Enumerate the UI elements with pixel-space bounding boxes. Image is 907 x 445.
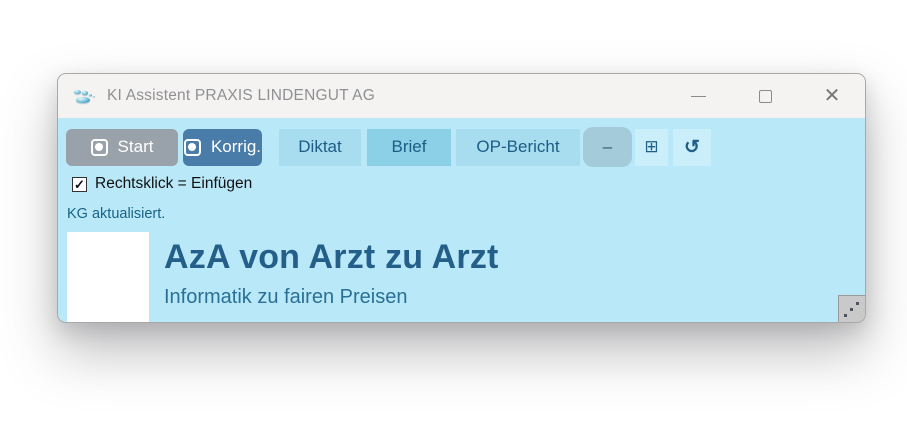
- record-icon: [91, 139, 108, 156]
- grip-dot: [850, 308, 853, 311]
- window-title: KI Assistent PRAXIS LINDENGUT AG: [107, 87, 375, 105]
- minus-button[interactable]: –: [583, 127, 632, 167]
- aza-logo: [67, 232, 149, 322]
- app-window: KI Assistent PRAXIS LINDENGUT AG ✕ Start…: [57, 73, 866, 323]
- op-bericht-button[interactable]: OP-Bericht: [456, 129, 580, 166]
- brand-section: AzA von Arzt zu Arzt Informatik zu faire…: [67, 232, 865, 322]
- korrig-button-label: Korrig.: [211, 137, 261, 157]
- brand-tagline: Informatik zu fairen Preisen: [164, 286, 499, 309]
- window-controls: ✕: [689, 87, 841, 105]
- refresh-button[interactable]: ↺: [673, 129, 711, 166]
- app-droplets-icon: [71, 87, 97, 106]
- close-icon: ✕: [824, 87, 841, 105]
- brand-headline: AzA von Arzt zu Arzt: [164, 238, 499, 277]
- grip-dot: [844, 314, 847, 317]
- toolbar: Start Korrig. Diktat Brief OP-Bericht – …: [66, 128, 865, 166]
- window-content: Start Korrig. Diktat Brief OP-Bericht – …: [58, 118, 865, 322]
- grid-button[interactable]: ⊞: [635, 129, 668, 166]
- diktat-button[interactable]: Diktat: [279, 129, 361, 166]
- grip-dot: [856, 302, 859, 305]
- desktop-background: KI Assistent PRAXIS LINDENGUT AG ✕ Start…: [0, 0, 907, 445]
- status-message: KG aktualisiert.: [67, 206, 865, 222]
- minimize-button[interactable]: [689, 87, 707, 105]
- titlebar[interactable]: KI Assistent PRAXIS LINDENGUT AG ✕: [58, 74, 865, 118]
- paste-checkbox[interactable]: ✓: [72, 177, 87, 192]
- start-button-label: Start: [118, 137, 154, 157]
- brief-button[interactable]: Brief: [367, 129, 451, 166]
- minimize-icon: [691, 96, 706, 97]
- resize-grip[interactable]: [838, 295, 865, 322]
- record-icon: [184, 139, 201, 156]
- korrig-button[interactable]: Korrig.: [183, 129, 262, 166]
- start-button[interactable]: Start: [66, 129, 178, 166]
- paste-checkbox-label: Rechtsklick = Einfügen: [95, 175, 252, 193]
- close-button[interactable]: ✕: [823, 87, 841, 105]
- maximize-button[interactable]: [756, 87, 774, 105]
- maximize-icon: [759, 90, 772, 103]
- brand-text: AzA von Arzt zu Arzt Informatik zu faire…: [164, 232, 499, 309]
- rightclick-paste-option[interactable]: ✓ Rechtsklick = Einfügen: [72, 175, 865, 193]
